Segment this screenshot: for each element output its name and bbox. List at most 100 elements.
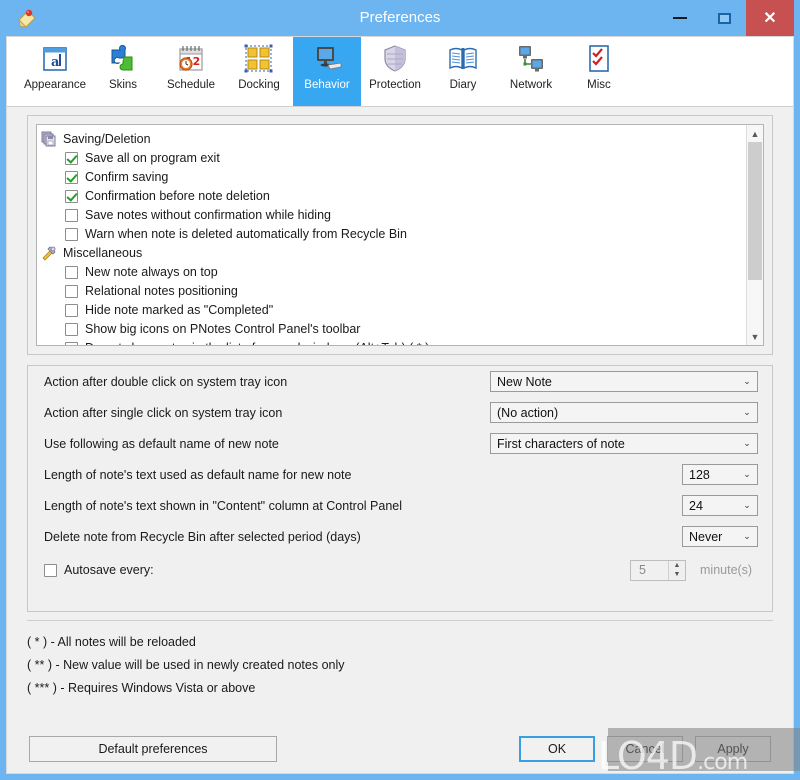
chevron-down-icon: ⌄ [743, 376, 751, 386]
tab-diary[interactable]: Diary [429, 37, 497, 106]
footnote-line: ( ** ) - New value will be used in newly… [27, 658, 345, 672]
list-item[interactable]: Warn when note is deleted automatically … [41, 225, 746, 243]
tab-label: Misc [587, 79, 611, 91]
tab-network[interactable]: Network [497, 37, 565, 106]
preferences-window: Preferences ✕ a Appearance Skins 12 Sche… [0, 0, 800, 780]
stepper-buttons[interactable]: ▲ ▼ [668, 560, 685, 580]
calendar-clock-icon: 12 [174, 42, 208, 76]
select-value: New Note [497, 374, 552, 389]
list-item[interactable]: New note always on top [41, 263, 746, 281]
behavior-options-panel: Saving/Deletion Save all on program exit… [27, 115, 773, 355]
apply-button[interactable]: Apply [695, 736, 771, 762]
list-item[interactable]: Relational notes positioning [41, 282, 746, 300]
autosave-interval-stepper[interactable]: 5 ▲ ▼ [630, 559, 686, 581]
tab-schedule[interactable]: 12 Schedule [157, 37, 225, 106]
maximize-button[interactable] [702, 0, 746, 36]
stepper-value: 5 [639, 563, 646, 577]
list-item[interactable]: Save all on program exit [41, 149, 746, 167]
tab-protection[interactable]: Protection [361, 37, 429, 106]
cancel-button[interactable]: Cancel [607, 736, 683, 762]
list-vertical-scrollbar[interactable]: ▲ ▼ [746, 125, 763, 345]
tools-icon [41, 245, 57, 261]
item-label: Warn when note is deleted automatically … [85, 227, 407, 241]
option-label: Length of note's text shown in "Content"… [44, 498, 403, 513]
checkbox[interactable] [65, 265, 78, 279]
preferences-tabbar: a Appearance Skins 12 Schedule Docking B… [7, 37, 793, 107]
select-value: Never [689, 529, 723, 544]
default-name-length-select[interactable]: 128 ⌄ [682, 464, 758, 485]
list-item[interactable]: Save notes without confirmation while hi… [41, 206, 746, 224]
list-item[interactable]: Show big icons on PNotes Control Panel's… [41, 320, 746, 338]
client-area: a Appearance Skins 12 Schedule Docking B… [6, 36, 794, 774]
checkbox[interactable] [65, 322, 78, 336]
checkbox[interactable] [65, 170, 78, 184]
stepper-up-icon[interactable]: ▲ [669, 561, 685, 571]
footnote-line: ( * ) - All notes will be reloaded [27, 635, 196, 649]
autosave-unit-label: minute(s) [700, 563, 753, 577]
network-icon [514, 42, 548, 76]
checkbox[interactable] [65, 208, 78, 222]
tab-behavior[interactable]: Behavior [293, 37, 361, 106]
item-label: Show big icons on PNotes Control Panel's… [85, 322, 361, 336]
list-item[interactable]: Hide note marked as "Completed" [41, 301, 746, 319]
checkbox[interactable] [65, 341, 78, 345]
ok-button[interactable]: OK [519, 736, 595, 762]
tab-label: Diary [449, 79, 477, 91]
checkbox[interactable] [65, 189, 78, 203]
autosave-checkbox[interactable] [44, 563, 57, 577]
single-click-action-select[interactable]: (No action) ⌄ [490, 402, 758, 423]
scroll-track[interactable] [747, 142, 763, 328]
svg-text:a: a [51, 55, 60, 70]
recycle-bin-period-select[interactable]: Never ⌄ [682, 526, 758, 547]
scroll-up-icon[interactable]: ▲ [747, 125, 763, 142]
maximize-icon [717, 12, 731, 24]
minimize-button[interactable] [658, 0, 702, 36]
list-item[interactable]: Do not show notes in the list of opened … [41, 339, 746, 345]
option-label: Action after single click on system tray… [44, 405, 283, 420]
tab-docking[interactable]: Docking [225, 37, 293, 106]
title-bar: Preferences ✕ [6, 0, 794, 36]
item-label: Do not show notes in the list of opened … [85, 341, 429, 345]
tab-label: Docking [238, 79, 280, 91]
tab-label: Behavior [304, 79, 350, 91]
option-row-recycle-period: Delete note from Recycle Bin after selec… [28, 521, 772, 552]
option-row-double-click: Action after double click on system tray… [28, 366, 772, 397]
save-copies-icon [41, 131, 57, 147]
list-item[interactable]: Confirmation before note deletion [41, 187, 746, 205]
checkbox[interactable] [65, 284, 78, 298]
chevron-down-icon: ⌄ [743, 438, 751, 448]
tab-appearance[interactable]: a Appearance [21, 37, 89, 106]
select-value: (No action) [497, 405, 559, 420]
book-icon [446, 42, 480, 76]
option-row-single-click: Action after single click on system tray… [28, 397, 772, 428]
stepper-down-icon[interactable]: ▼ [669, 570, 685, 580]
option-row-default-name: Use following as default name of new not… [28, 428, 772, 459]
default-preferences-button[interactable]: Default preferences [29, 736, 277, 762]
item-label: Save all on program exit [85, 151, 220, 165]
checkbox[interactable] [65, 151, 78, 165]
scroll-down-icon[interactable]: ▼ [747, 328, 763, 345]
tab-label: Protection [369, 79, 421, 91]
monitor-keyboard-icon [310, 42, 344, 76]
option-label: Action after double click on system tray… [44, 374, 288, 389]
scroll-thumb[interactable] [748, 142, 762, 280]
list-item[interactable]: Confirm saving [41, 168, 746, 186]
option-row-name-length: Length of note's text used as default na… [28, 459, 772, 490]
checkbox[interactable] [65, 303, 78, 317]
window-controls: ✕ [658, 0, 794, 36]
item-label: Relational notes positioning [85, 284, 238, 298]
double-click-action-select[interactable]: New Note ⌄ [490, 371, 758, 392]
tab-misc[interactable]: Misc [565, 37, 633, 106]
behavior-checkbox-list[interactable]: Saving/Deletion Save all on program exit… [36, 124, 764, 346]
close-button[interactable]: ✕ [746, 0, 794, 36]
shield-icon [378, 42, 412, 76]
docking-grid-icon [242, 42, 276, 76]
default-name-select[interactable]: First characters of note ⌄ [490, 433, 758, 454]
tab-label: Schedule [167, 79, 215, 91]
tab-skins[interactable]: Skins [89, 37, 157, 106]
appearance-icon: a [38, 42, 72, 76]
checkbox[interactable] [65, 227, 78, 241]
content-column-length-select[interactable]: 24 ⌄ [682, 495, 758, 516]
item-label: Save notes without confirmation while hi… [85, 208, 331, 222]
list-group-header: Saving/Deletion [41, 130, 746, 148]
